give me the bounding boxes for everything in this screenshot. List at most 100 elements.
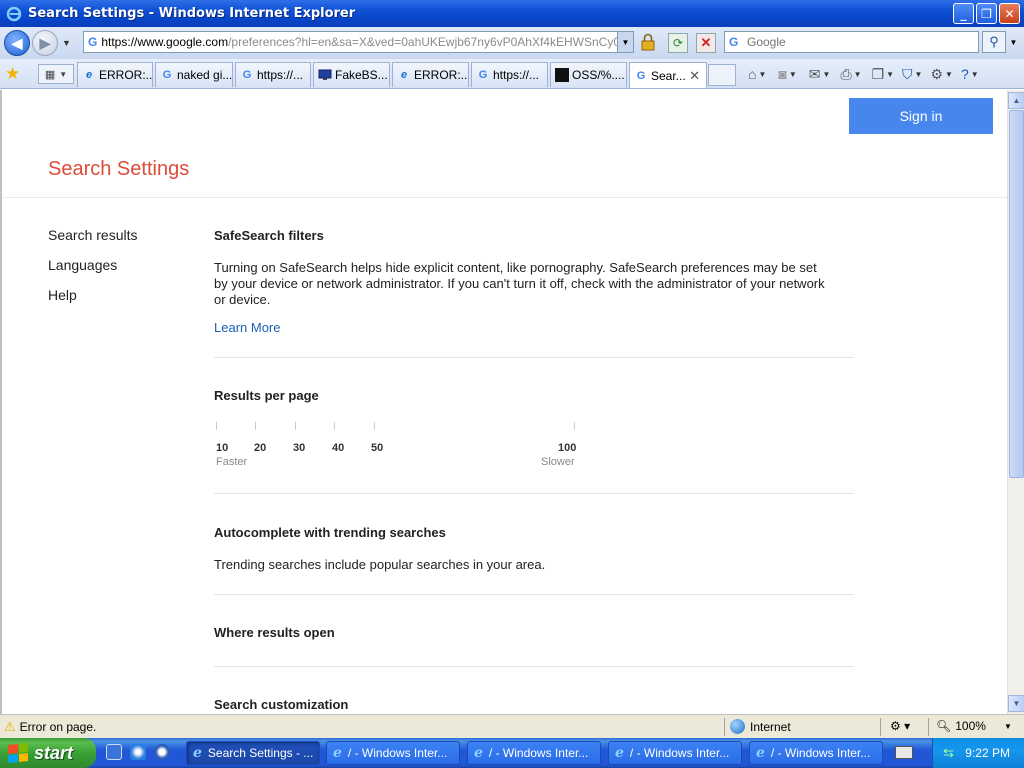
keyboard-icon[interactable] xyxy=(895,746,913,759)
page-icon[interactable]: ❐ ▼ xyxy=(872,64,894,84)
vertical-scrollbar[interactable]: ▲ ▼ xyxy=(1007,90,1024,714)
show-desktop-icon[interactable] xyxy=(106,744,122,760)
scroll-down-button[interactable]: ▼ xyxy=(1008,695,1024,712)
tab-label: https://... xyxy=(257,68,304,82)
tab-6[interactable]: G https://... xyxy=(471,62,548,87)
mail-icon[interactable]: ✉ ▼ xyxy=(809,64,831,84)
taskbar-item[interactable]: e / - Windows Inter... xyxy=(608,741,742,765)
slider-tick xyxy=(255,422,256,430)
section-title: Search customization xyxy=(214,697,349,712)
google-icon: G xyxy=(478,69,488,81)
address-bar[interactable]: G https://www.google.com/preferences?hl=… xyxy=(83,31,634,53)
security-zone[interactable]: Internet xyxy=(730,719,791,734)
warning-icon[interactable]: ⚠ xyxy=(4,719,16,735)
media-player-icon[interactable] xyxy=(154,744,170,760)
command-bar: ⌂ ▼ ◙ ▼ ✉ ▼ ⎙ ▼ ❐ ▼ ⛉ ▼ ⚙ ▼ ? ▼ xyxy=(748,63,979,85)
search-icon[interactable]: ⚲ xyxy=(982,31,1006,53)
taskbar-item-label: Search Settings - ... xyxy=(207,746,314,760)
section-title: Where results open xyxy=(214,625,335,640)
tab-label: ERROR:... xyxy=(414,68,469,82)
section-title: SafeSearch filters xyxy=(214,228,324,243)
taskbar-item-label: / - Windows Inter... xyxy=(629,746,730,760)
clock[interactable]: 9:22 PM xyxy=(965,746,1010,760)
zoom-level: 100% xyxy=(955,719,986,733)
tab-label: naked gi... xyxy=(177,68,233,82)
tab-8-active[interactable]: G Sear... ✕ xyxy=(629,62,707,88)
url-host: www.google.com xyxy=(137,35,229,49)
taskbar-item[interactable]: e / - Windows Inter... xyxy=(467,741,601,765)
tab-5[interactable]: e ERROR:... xyxy=(392,62,469,87)
home-icon[interactable]: ⌂ ▼ xyxy=(748,64,766,84)
section-description: Turning on SafeSearch helps hide explici… xyxy=(214,260,825,307)
sign-in-button[interactable]: Sign in xyxy=(849,98,993,134)
print-icon[interactable]: ⎙ ▼ xyxy=(840,64,861,84)
monitor-icon xyxy=(318,68,332,82)
address-dropdown-button[interactable]: ▼ xyxy=(617,32,633,52)
tab-label: ERROR:... xyxy=(99,68,153,82)
ie-icon: e xyxy=(85,69,93,81)
search-input[interactable] xyxy=(747,35,967,49)
scrollbar-thumb[interactable] xyxy=(1009,110,1024,478)
ie-launch-icon[interactable] xyxy=(130,744,146,760)
sidebar-item-help[interactable]: Help xyxy=(48,287,137,317)
ie-icon: e xyxy=(193,745,202,761)
google-icon: G xyxy=(242,69,252,81)
section-description: Trending searches include popular search… xyxy=(214,557,546,572)
tools-gear-icon[interactable]: ⚙ ▼ xyxy=(930,64,952,84)
quick-launch xyxy=(106,744,170,760)
sidebar-item-search-results[interactable]: Search results xyxy=(48,227,137,257)
black-square-icon xyxy=(555,68,569,82)
tab-1[interactable]: e ERROR:... xyxy=(77,62,153,87)
google-icon: G xyxy=(636,69,646,82)
tab-4[interactable]: FakeBS... xyxy=(313,62,390,87)
tab-2[interactable]: G naked gi... xyxy=(155,62,233,87)
taskbar-item-active[interactable]: e Search Settings - ... xyxy=(186,741,320,765)
scroll-up-button[interactable]: ▲ xyxy=(1008,92,1024,109)
tab-7[interactable]: OSS/%.... xyxy=(550,62,627,87)
title-bar: Search Settings - Windows Internet Explo… xyxy=(0,0,1024,27)
tick-label-30: 30 xyxy=(293,442,306,454)
page-content: Sign in Search Settings Search results L… xyxy=(0,90,1007,714)
ie-icon: e xyxy=(333,745,342,761)
network-icon[interactable]: ⇆ xyxy=(943,745,954,761)
tick-label-40: 40 xyxy=(332,442,345,454)
sidebar-item-languages[interactable]: Languages xyxy=(48,257,137,287)
maximize-button[interactable]: ❐ xyxy=(976,3,997,24)
tab-3[interactable]: G https://... xyxy=(235,62,311,87)
lock-icon[interactable] xyxy=(639,33,657,51)
url-path: /preferences?hl=en&sa=X&ved=0ahUKEwjb67n… xyxy=(228,35,634,49)
quick-tabs-button[interactable]: ▦ ▼ xyxy=(38,64,74,84)
close-button[interactable]: ✕ xyxy=(999,3,1020,24)
results-per-page-slider[interactable]: 10 20 30 40 50 100 Faster Slower xyxy=(214,422,584,472)
favorites-star-icon[interactable]: ★ xyxy=(5,64,20,84)
section-divider xyxy=(214,594,854,595)
navigation-bar: ◀ ▶ ▼ G https://www.google.com/preferenc… xyxy=(0,27,1024,59)
recent-pages-dropdown[interactable]: ▼ xyxy=(62,38,71,48)
feeds-icon[interactable]: ◙ ▼ xyxy=(778,64,796,84)
protected-mode-icon[interactable]: ⚙ ▾ xyxy=(890,719,910,733)
minimize-button[interactable]: _ xyxy=(953,3,974,24)
zoom-control[interactable]: 🔍︎ 100% ▼ xyxy=(936,719,1012,733)
section-title: Autocomplete with trending searches xyxy=(214,525,446,540)
taskbar-item[interactable]: e / - Windows Inter... xyxy=(749,741,883,765)
slower-label: Slower xyxy=(541,456,575,468)
search-box[interactable]: G xyxy=(724,31,979,53)
stop-button[interactable]: ✕ xyxy=(696,33,716,53)
safety-icon[interactable]: ⛉ ▼ xyxy=(902,64,922,84)
status-divider xyxy=(880,718,881,736)
search-options-dropdown[interactable]: ▼ xyxy=(1007,31,1020,53)
google-favicon-icon: G xyxy=(88,35,98,49)
help-icon[interactable]: ? ▼ xyxy=(961,64,979,84)
taskbar-item[interactable]: e / - Windows Inter... xyxy=(326,741,460,765)
where-results-open-section: Where results open xyxy=(214,625,854,640)
start-button[interactable]: start xyxy=(0,738,96,768)
tick-label-50: 50 xyxy=(371,442,384,454)
close-tab-icon[interactable]: ✕ xyxy=(689,68,700,84)
forward-button[interactable]: ▶ xyxy=(32,30,58,56)
taskbar-item-label: / - Windows Inter... xyxy=(347,746,448,760)
new-tab-button[interactable] xyxy=(708,64,736,86)
status-message[interactable]: Error on page. xyxy=(20,720,97,734)
learn-more-link[interactable]: Learn More xyxy=(214,320,854,335)
back-button[interactable]: ◀ xyxy=(4,30,30,56)
refresh-button[interactable]: ⟳ xyxy=(668,33,688,53)
